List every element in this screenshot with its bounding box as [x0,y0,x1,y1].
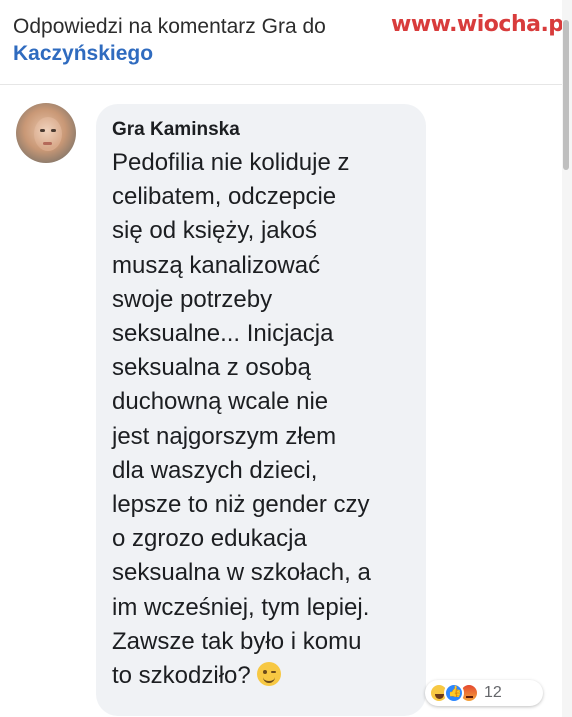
wink-emoji-icon [256,662,281,687]
avatar-eye [51,129,56,132]
comment-author[interactable]: Gra Kaminska [112,119,240,141]
comment-replies-page: Odpowiedzi na komentarz Gra do Kaczyński… [0,0,572,717]
watermark-logo: www.wiocha.pl [391,12,571,37]
reactions-summary[interactable]: 12 [425,680,543,706]
avatar[interactable] [16,103,76,163]
avatar-eye [40,129,45,132]
avatar-mouth [43,142,52,145]
reaction-count: 12 [484,684,502,701]
comment-body: Pedofilia nie koliduje z celibatem, odcz… [112,146,430,693]
comment-text: Pedofilia nie koliduje z celibatem, odcz… [112,149,371,690]
scrollbar[interactable] [562,0,572,717]
like-reaction-icon [444,683,464,703]
avatar-face [34,117,62,151]
header-divider [0,84,562,85]
header-profile-link[interactable]: Kaczyńskiego [13,40,553,68]
scrollbar-thumb[interactable] [563,20,569,170]
